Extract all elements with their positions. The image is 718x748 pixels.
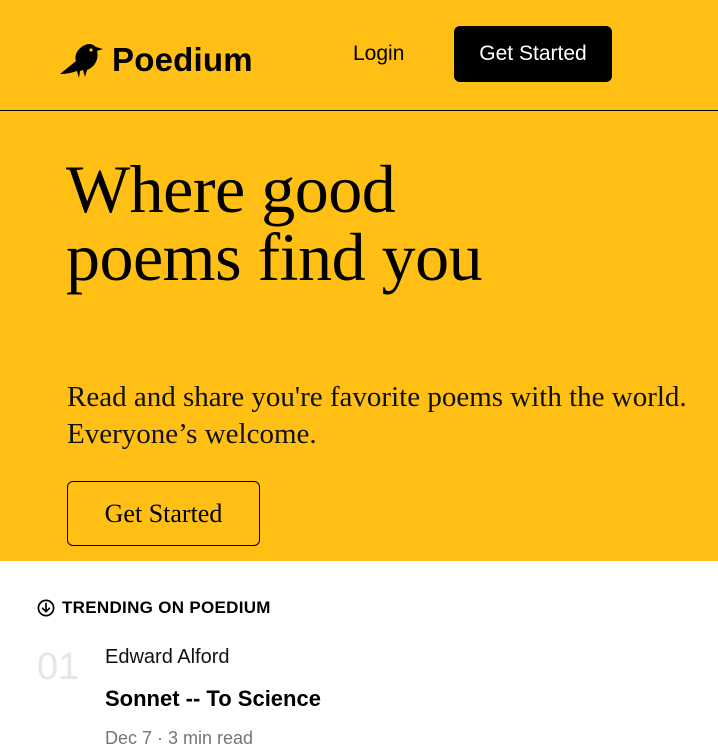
post-meta: Dec 7 · 3 min read xyxy=(105,728,254,748)
hero-title-line-2: poems find you xyxy=(66,219,483,295)
trending-down-circle-icon xyxy=(37,599,55,617)
hero-section: Where good poems find you Read and share… xyxy=(0,111,718,561)
login-link[interactable]: Login xyxy=(353,40,404,68)
header-get-started-button[interactable]: Get Started xyxy=(454,26,612,82)
trending-header: TRENDING ON POEDIUM xyxy=(37,598,271,618)
bird-icon xyxy=(60,43,103,78)
trending-rank: 01 xyxy=(37,646,80,688)
hero-subtitle: Read and share you're favorite poems wit… xyxy=(67,381,687,450)
hero-get-started-button[interactable]: Get Started xyxy=(67,481,260,546)
top-navbar: Poedium Login Get Started xyxy=(0,0,718,111)
hero-title-line-1: Where good xyxy=(66,151,396,227)
hero-title: Where good poems find you xyxy=(66,155,666,291)
brand-logo[interactable]: Poedium xyxy=(58,40,253,80)
trending-label: TRENDING ON POEDIUM xyxy=(62,598,271,617)
poem-title-link[interactable]: Sonnet -- To Science xyxy=(105,685,321,713)
author-name[interactable]: Edward Alford xyxy=(105,645,230,669)
brand-name: Poedium xyxy=(112,41,253,78)
trending-section: TRENDING ON POEDIUM 01 Edward Alford Son… xyxy=(0,561,718,748)
